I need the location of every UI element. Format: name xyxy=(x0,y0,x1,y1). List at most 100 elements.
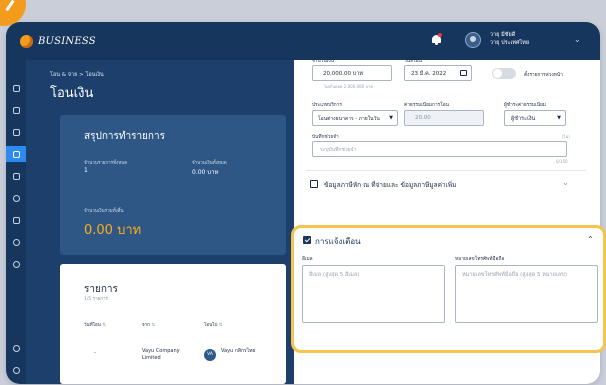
column-header-from[interactable]: จาก ⇅ xyxy=(142,321,155,328)
user-name: วายุ มีชัยดี xyxy=(490,32,516,38)
sidebar-item-users[interactable] xyxy=(6,234,26,250)
sidebar-item-home[interactable] xyxy=(6,80,26,96)
sidebar xyxy=(6,60,26,384)
sort-icon: ⇅ xyxy=(218,323,223,328)
amount-label: จำนวนเงินทั้งหมด xyxy=(192,161,227,166)
transaction-list-card: รายการ 1/5 รายการ วันที่โอน ⇅ จาก ⇅ โอนไ… xyxy=(60,264,286,384)
note-label: บันทึกช่วยจำ xyxy=(312,135,339,140)
list-subtitle: 1/5 รายการ xyxy=(84,297,108,302)
sidebar-item-help[interactable] xyxy=(6,362,26,378)
note-placeholder: ระบุบันทึกช่วยจำ xyxy=(320,147,357,153)
row-date: - xyxy=(94,350,96,356)
note-input[interactable]: ระบุบันทึกช่วยจำ xyxy=(312,141,567,157)
email-input[interactable]: อีเมล (สูงสุด 5 อีเมล) xyxy=(302,265,445,323)
notification-dot xyxy=(438,33,442,37)
email-placeholder: อีเมล (สูงสุด 5 อีเมล) xyxy=(309,272,360,278)
users-icon xyxy=(12,238,20,246)
sidebar-item-bills[interactable] xyxy=(6,168,26,184)
toggle-knob xyxy=(493,69,502,78)
divider xyxy=(306,170,586,171)
sidebar-item-tags[interactable] xyxy=(6,190,26,206)
row-to: Vayu กสิกรไทย xyxy=(221,348,256,354)
sort-icon: ⇅ xyxy=(102,323,106,328)
note-optional: (ไม่) xyxy=(562,134,570,139)
notification-title: การแจ้งเตือน xyxy=(315,237,361,246)
transfer-icon xyxy=(12,150,20,158)
brand-logo[interactable]: BUSINESS xyxy=(20,34,96,48)
wallet-icon xyxy=(12,106,20,114)
chevron-down-icon[interactable]: ⌄ xyxy=(574,35,581,44)
amount-input[interactable]: 20,000.00 บาท xyxy=(312,65,392,81)
clock-icon xyxy=(12,260,20,268)
document-icon xyxy=(12,216,20,224)
gear-icon xyxy=(12,344,20,352)
user-company: วายุ ประเทศไทย xyxy=(490,40,530,46)
summary-title: สรุปการทำรายการ xyxy=(84,131,165,142)
user-info[interactable]: วายุ มีชัยดี วายุ ประเทศไทย xyxy=(490,31,529,47)
notification-checkbox[interactable] xyxy=(303,236,311,244)
date-label: วันที่โอน xyxy=(404,59,422,64)
sidebar-item-history[interactable] xyxy=(6,256,26,272)
notification-bell-icon[interactable] xyxy=(431,33,442,46)
column-header-label: จาก xyxy=(142,323,150,328)
service-type-value: โอนต่างธนาคาร - ภายในวัน xyxy=(318,116,380,122)
total-value: 0.00 บาท xyxy=(84,223,142,238)
brand-orb-icon xyxy=(20,34,33,48)
count-label: จำนวนรายการทั้งหมด xyxy=(84,161,128,166)
sidebar-item-transfer[interactable] xyxy=(6,146,26,162)
service-type-label: ประเภทบริการ xyxy=(312,103,342,108)
card-icon xyxy=(12,128,20,136)
tax-info-checkbox[interactable] xyxy=(310,180,318,188)
sidebar-item-cards[interactable] xyxy=(6,124,26,140)
email-label: อีเมล xyxy=(302,257,313,262)
date-picker-value: 23 มี.ค. 2022 xyxy=(411,71,447,77)
notification-section: การแจ้งเตือน ⌃ อีเมล อีเมล (สูงสุด 5 อีเ… xyxy=(291,225,606,353)
amount-input-value: 20,000.00 บาท xyxy=(323,71,363,77)
sidebar-item-settings[interactable] xyxy=(6,340,26,356)
chevron-down-icon[interactable]: ⌄ xyxy=(562,178,569,187)
amount-value: 0.00 บาท xyxy=(192,169,219,176)
column-header-date[interactable]: วันที่โอน ⇅ xyxy=(84,321,106,328)
recurring-label: ตั้งรายการล่วงหน้า xyxy=(524,73,563,78)
fee-label: ค่าธรรมเนียมการโอน xyxy=(404,103,449,108)
fee-payer-select[interactable]: ผู้ชำระเงิน ▼ xyxy=(504,110,566,126)
column-header-label: โอนไป xyxy=(204,323,218,328)
sidebar-item-documents[interactable] xyxy=(6,212,26,228)
recurring-toggle[interactable] xyxy=(492,68,516,79)
page-title: โอนเงิน xyxy=(50,86,94,101)
brand-name: BUSINESS xyxy=(38,35,96,47)
service-type-select[interactable]: โอนต่างธนาคาร - ภายในวัน ▼ xyxy=(312,110,398,126)
sort-icon: ⇅ xyxy=(151,323,156,328)
phone-label: หมายเลขโทรศัพท์มือถือ xyxy=(455,257,505,262)
help-icon xyxy=(12,366,20,374)
top-bar: BUSINESS วายุ มีชัยดี วายุ ประเทศไทย ⌄ xyxy=(6,22,600,60)
column-header-to[interactable]: โอนไป ⇅ xyxy=(204,321,223,328)
fee-value: 20.00 xyxy=(415,115,431,121)
user-avatar[interactable] xyxy=(465,32,481,48)
tag-icon xyxy=(12,194,20,202)
sidebar-item-accounts[interactable] xyxy=(6,102,26,118)
fee-payer-label: ผู้ชำระค่าธรรมเนียม xyxy=(504,103,546,108)
caret-down-icon: ▼ xyxy=(557,115,561,121)
note-counter: 0/150 xyxy=(556,159,568,164)
amount-label: จำนวนเงิน xyxy=(312,59,335,64)
phone-input[interactable]: หมายเลขโทรศัพท์มือถือ (สูงสุด 5 หมายเลข) xyxy=(455,265,598,323)
transaction-summary-card: สรุปการทำรายการ จำนวนรายการทั้งหมด 1 จำน… xyxy=(60,115,286,255)
column-header-label: วันที่โอน xyxy=(84,323,101,328)
caret-down-icon: ▼ xyxy=(389,115,393,121)
calendar-icon xyxy=(460,70,467,76)
date-picker[interactable]: 23 มี.ค. 2022 xyxy=(404,65,472,81)
bill-icon xyxy=(12,172,20,180)
breadcrumb[interactable]: โอน & จ่าย > โอนเงิน xyxy=(50,71,104,79)
chevron-up-icon[interactable]: ⌃ xyxy=(587,235,594,244)
count-value: 1 xyxy=(84,167,88,174)
home-icon xyxy=(12,84,20,92)
total-label: จำนวนเงินรวมทั้งสิ้น xyxy=(84,209,124,214)
fee-field: 20.00 xyxy=(404,110,484,126)
row-from: Vayu Company Limited xyxy=(142,348,180,361)
phone-placeholder: หมายเลขโทรศัพท์มือถือ (สูงสุด 5 หมายเลข) xyxy=(462,272,567,278)
recipient-avatar: VA xyxy=(204,349,216,361)
amount-hint: ไม่เกินยอด 2,000,000 บาท xyxy=(324,84,373,89)
tax-info-label: ข้อมูลภาษีหัก ณ ที่จ่ายและ ข้อมูลภาษีมูล… xyxy=(324,181,457,189)
fee-payer-value: ผู้ชำระเงิน xyxy=(511,116,536,122)
